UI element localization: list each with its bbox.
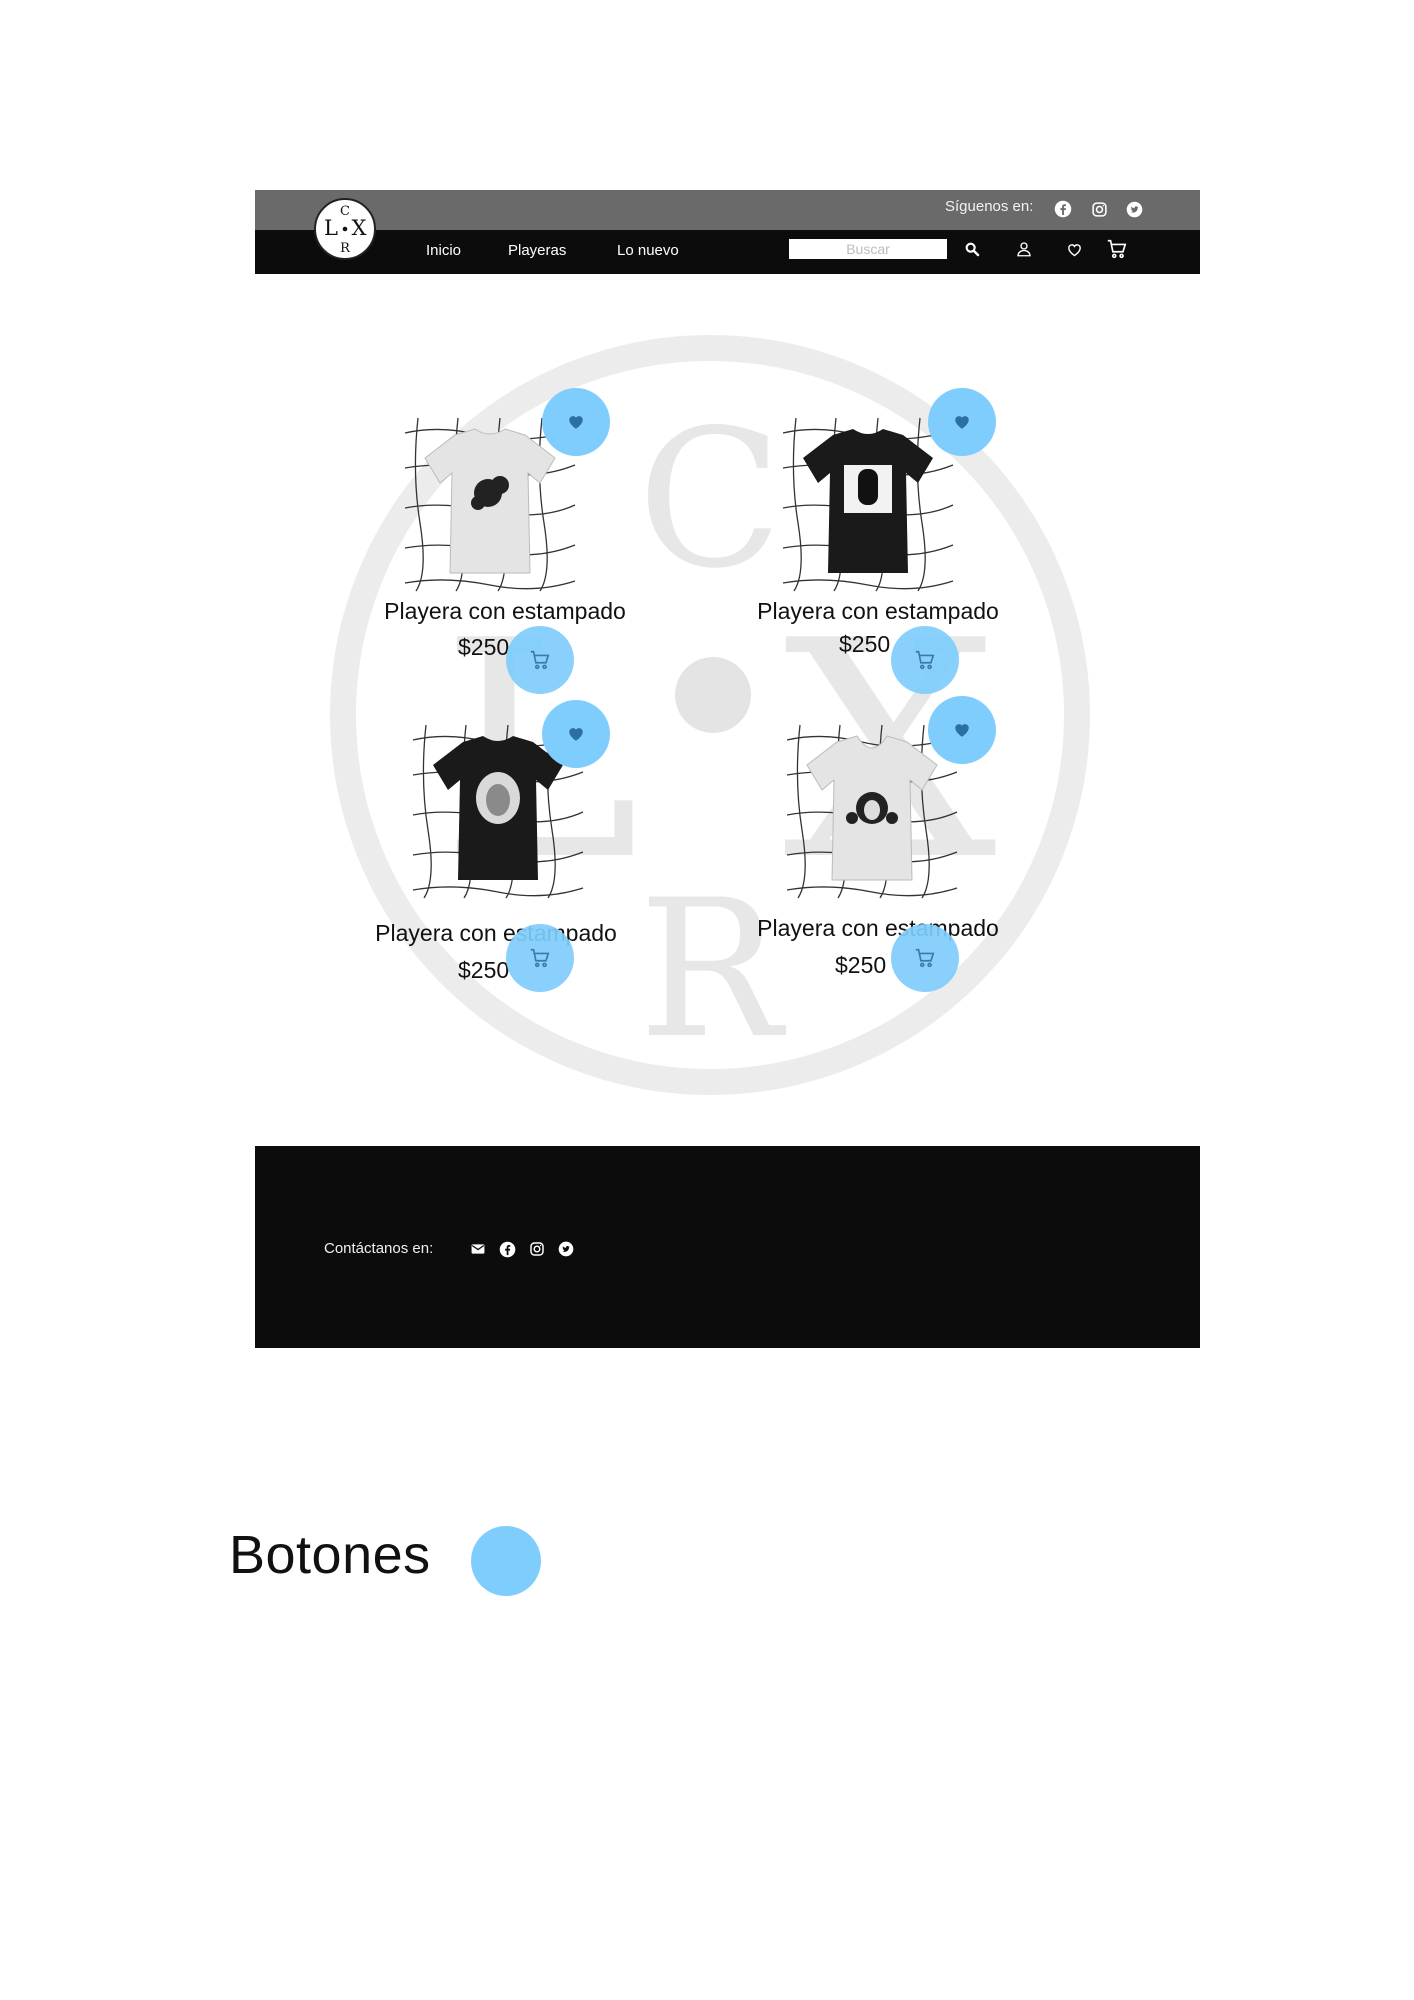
contact-label: Contáctanos en:: [324, 1240, 434, 1257]
logo-letter-l: L: [324, 216, 338, 240]
logo-letter-x: X: [352, 216, 367, 240]
product-price: $250: [839, 631, 891, 657]
search-icon[interactable]: [960, 237, 984, 261]
mail-icon[interactable]: [468, 1239, 488, 1259]
logo-letter-c: C: [340, 204, 350, 219]
product-price: $250: [458, 634, 510, 660]
product-price: $250: [835, 952, 887, 978]
heart-icon: [955, 416, 969, 429]
cart-icon[interactable]: [1105, 237, 1129, 261]
favorite-button[interactable]: [928, 696, 996, 764]
heart-icon[interactable]: [1062, 237, 1086, 261]
site-header: Síguenos en: C L X R Inicio Playeras Lo …: [255, 190, 1200, 274]
add-to-cart-button[interactable]: [891, 626, 959, 694]
add-to-cart-button[interactable]: [506, 924, 574, 992]
nav-link-playeras[interactable]: Playeras: [508, 242, 566, 259]
add-to-cart-button[interactable]: [891, 924, 959, 992]
site-footer: Contáctanos en:: [255, 1146, 1200, 1348]
twitter-icon[interactable]: [556, 1239, 576, 1259]
cart-icon: [530, 650, 550, 670]
brand-logo[interactable]: C L X R: [314, 198, 376, 260]
favorite-button[interactable]: [542, 700, 610, 768]
section-title-botones: Botones: [229, 1525, 431, 1585]
favorite-button[interactable]: [542, 388, 610, 456]
nav-link-lo-nuevo[interactable]: Lo nuevo: [617, 242, 679, 259]
facebook-icon[interactable]: [1052, 198, 1074, 220]
product-title[interactable]: Playera con estampado: [356, 920, 636, 947]
favorite-button[interactable]: [928, 388, 996, 456]
heart-icon: [569, 728, 583, 741]
instagram-icon[interactable]: [1088, 198, 1110, 220]
heart-icon: [955, 724, 969, 737]
top-bar: Síguenos en:: [255, 190, 1200, 230]
product-title[interactable]: Playera con estampado: [738, 598, 1018, 625]
cart-icon: [530, 948, 550, 968]
cart-icon: [915, 650, 935, 670]
product-image[interactable]: [778, 413, 958, 593]
cart-icon: [915, 948, 935, 968]
instagram-icon[interactable]: [527, 1239, 547, 1259]
nav-link-inicio[interactable]: Inicio: [426, 242, 461, 259]
svg-text:C: C: [637, 389, 782, 610]
heart-icon: [569, 416, 583, 429]
follow-label: Síguenos en:: [945, 198, 1034, 215]
logo-letter-r: R: [340, 241, 351, 256]
user-icon[interactable]: [1012, 237, 1036, 261]
search-input[interactable]: [789, 239, 947, 259]
facebook-icon[interactable]: [497, 1239, 517, 1259]
sample-circle-button[interactable]: [471, 1526, 541, 1596]
product-title[interactable]: Playera con estampado: [365, 598, 645, 625]
product-price: $250: [458, 957, 510, 983]
add-to-cart-button[interactable]: [506, 626, 574, 694]
nav-bar: [255, 230, 1200, 274]
svg-text:R: R: [638, 859, 786, 1080]
twitter-icon[interactable]: [1123, 198, 1145, 220]
product-title[interactable]: Playera con estampado: [738, 915, 1018, 942]
